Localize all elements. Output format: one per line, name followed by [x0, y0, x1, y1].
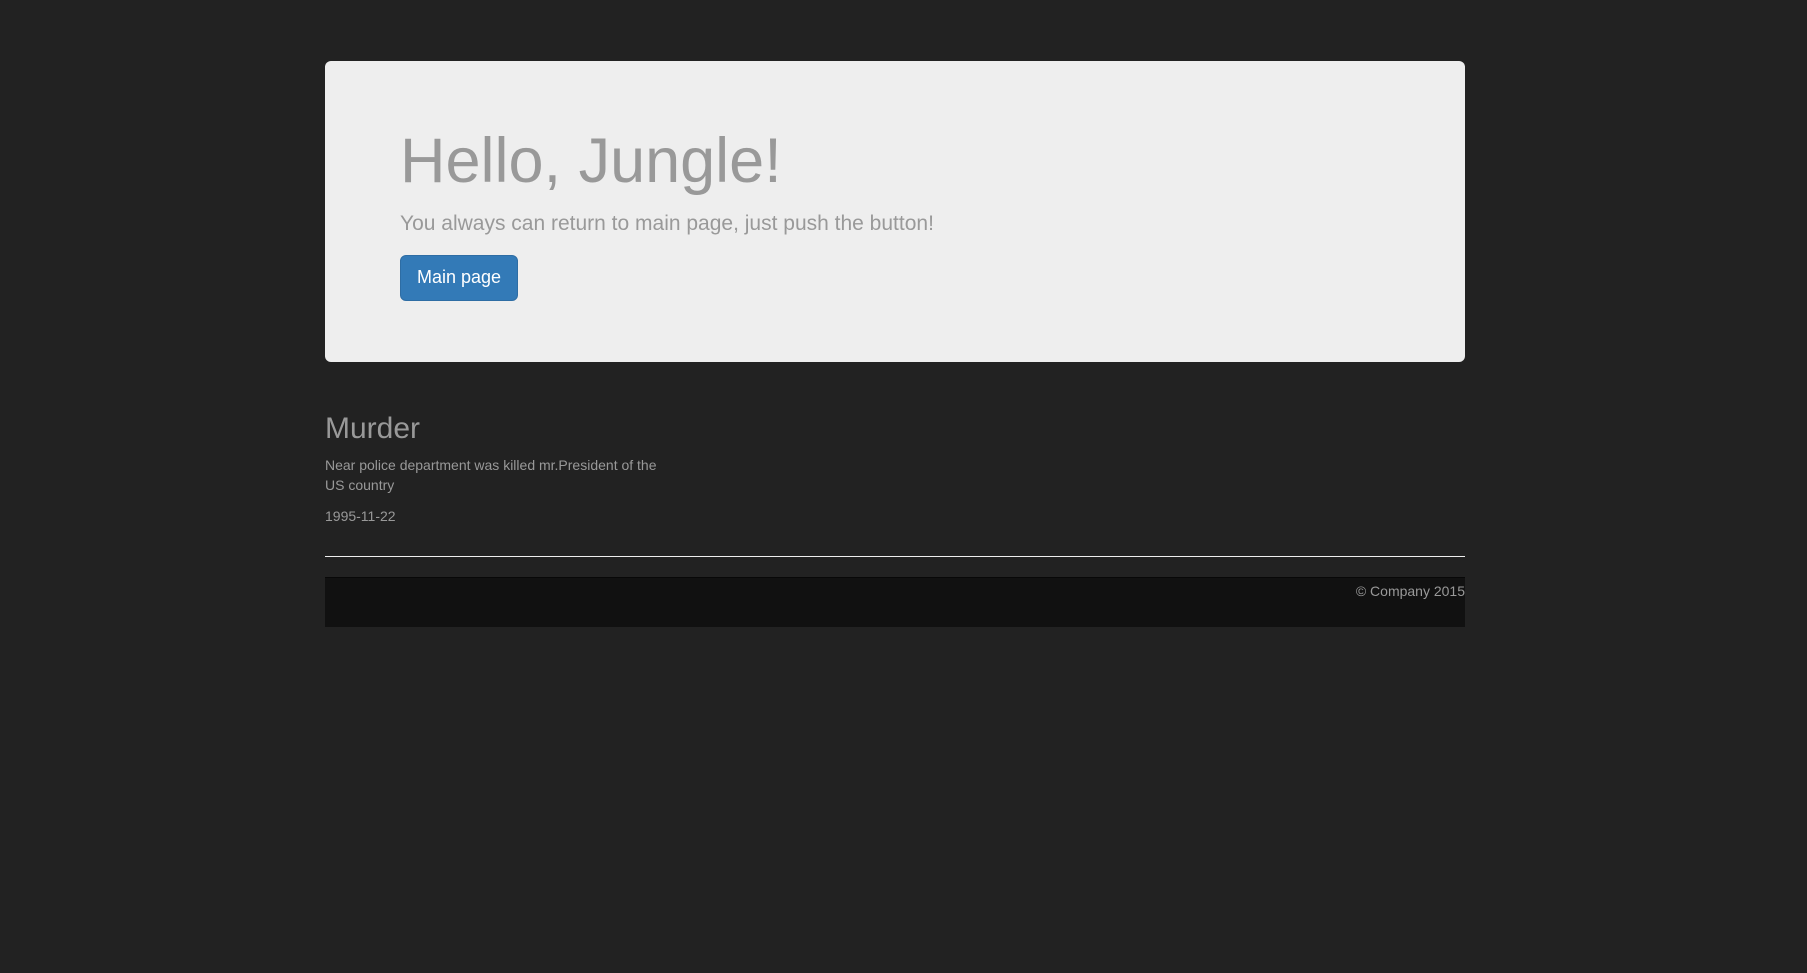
divider: [325, 555, 1465, 557]
news-text: Near police department was killed mr.Pre…: [325, 457, 657, 494]
news-date: 1995-11-22: [325, 507, 396, 524]
jumbotron-lead: You always can return to main page, just…: [400, 212, 934, 236]
news-title: Murder: [325, 412, 421, 445]
footer-copyright: © Company 2015: [1355, 582, 1465, 599]
jumbotron: Hello, Jungle! You always can return to …: [325, 61, 1465, 362]
jumbotron-title: Hello, Jungle!: [400, 126, 782, 196]
news-item: Murder Near police department was killed…: [325, 412, 675, 526]
main-page-button[interactable]: Main page: [400, 254, 519, 301]
footer: © Company 2015: [325, 576, 1465, 627]
page-container: Hello, Jungle! You always can return to …: [325, 61, 1465, 627]
